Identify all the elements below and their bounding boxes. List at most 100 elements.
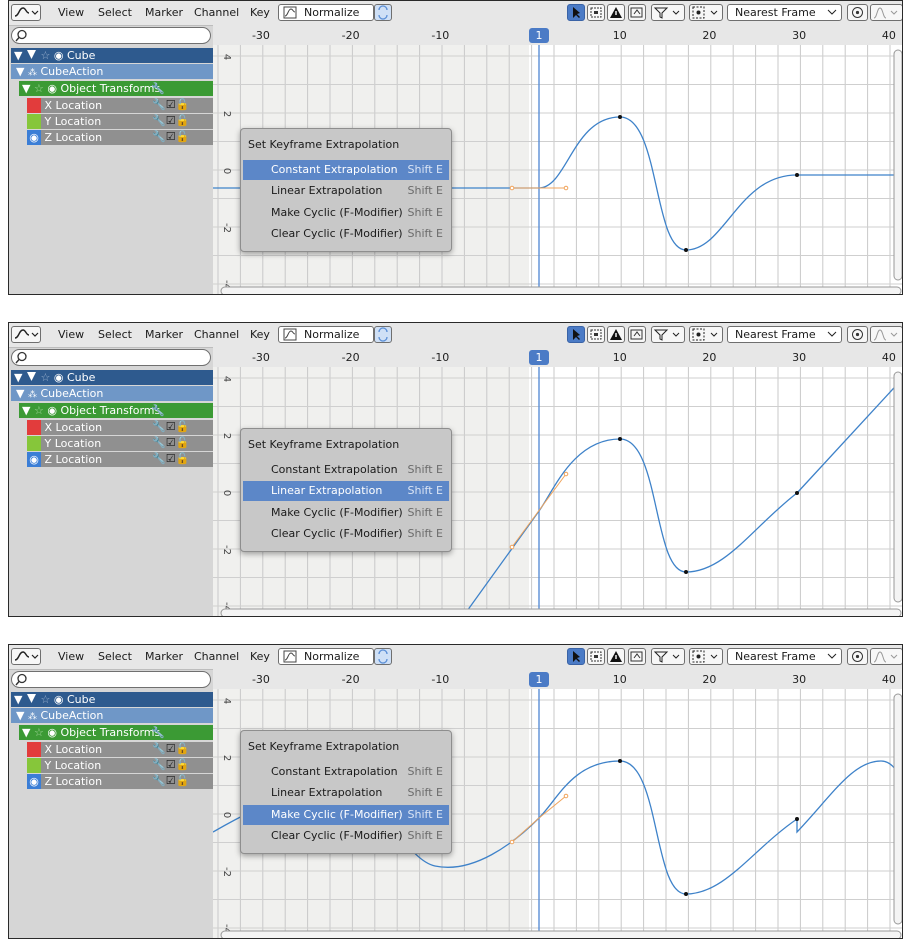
horizontal-scrollbar[interactable] [220, 930, 902, 939]
only-errors-icon[interactable] [607, 326, 625, 343]
menu-item-clear-cyclic[interactable]: Clear Cyclic (F-Modifier) Shift E [243, 224, 449, 244]
menu-item-linear[interactable]: Linear Extrapolation Shift E [243, 481, 449, 501]
eye-icon[interactable]: ◉ [47, 82, 57, 95]
wrench-icon[interactable]: 🔧 [152, 452, 166, 465]
normalize-toggle[interactable]: Normalize [278, 648, 374, 665]
falloff-dropdown[interactable] [870, 648, 902, 665]
filter-dropdown[interactable] [651, 648, 685, 665]
eye-icon[interactable]: ◉ [47, 726, 57, 739]
wrench-icon[interactable]: 🔧 [152, 742, 166, 755]
vertical-scrollbar[interactable] [893, 371, 902, 603]
channel-object-cube[interactable]: ▼ ☆ ◉ Cube [11, 692, 213, 707]
menu-item-linear[interactable]: Linear Extrapolation Shift E [243, 783, 449, 803]
keyframe-point[interactable] [684, 892, 688, 896]
eye-icon[interactable]: ◉ [27, 452, 41, 467]
snap-dropdown[interactable]: Nearest Frame [727, 4, 842, 21]
lock-icon[interactable]: 🔓 [176, 114, 190, 127]
collapse-arrow-icon[interactable]: ▼ [22, 82, 30, 95]
keyframe-handle[interactable] [509, 839, 515, 845]
menu-view[interactable]: View [58, 4, 84, 21]
proportional-edit-icon[interactable] [847, 4, 868, 21]
eye-icon[interactable]: ◉ [54, 49, 64, 62]
collapse-arrow-icon[interactable]: ▼ [14, 371, 22, 384]
wrench-icon[interactable]: 🔧 [152, 130, 166, 143]
wrench-icon[interactable]: 🔧 [152, 420, 166, 433]
menu-key[interactable]: Key [250, 326, 270, 343]
checkbox-icon[interactable]: ☑ [166, 452, 176, 465]
checkbox-icon[interactable]: ☑ [166, 774, 176, 787]
falloff-dropdown[interactable] [870, 4, 902, 21]
show-cursor-icon[interactable] [628, 326, 646, 343]
only-errors-icon[interactable] [607, 648, 625, 665]
menu-view[interactable]: View [58, 648, 84, 665]
menu-select[interactable]: Select [98, 648, 132, 665]
checkbox-icon[interactable]: ☑ [166, 758, 176, 771]
horizontal-scrollbar[interactable] [220, 608, 902, 617]
pin-icon[interactable]: ☆ [40, 371, 50, 384]
collapse-arrow-icon[interactable]: ▼ [22, 726, 30, 739]
wrench-icon[interactable]: 🔧 [152, 98, 166, 111]
frame-view-icon[interactable] [587, 326, 605, 343]
vertical-scrollbar[interactable] [893, 49, 902, 281]
checkbox-icon[interactable]: ☑ [166, 742, 176, 755]
collapse-arrow-icon[interactable]: ▼ [16, 65, 24, 78]
editor-type-button[interactable] [11, 4, 41, 21]
eye-icon[interactable]: ◉ [47, 404, 57, 417]
lock-icon[interactable]: 🔓 [176, 452, 190, 465]
snap-dropdown[interactable]: Nearest Frame [727, 326, 842, 343]
wrench-icon[interactable]: 🔧 [152, 114, 166, 127]
wrench-icon[interactable]: 🔧 [151, 726, 165, 739]
channel-object-cube[interactable]: ▼ ☆ ◉ Cube [11, 48, 213, 63]
select-tool-icon[interactable] [567, 648, 585, 665]
channel-group[interactable]: ▼ ☆ ◉ Object Transforms [19, 725, 213, 740]
proportional-edit-icon[interactable] [847, 326, 868, 343]
keyframe-point[interactable] [618, 759, 622, 763]
eye-icon[interactable]: ◉ [27, 774, 41, 789]
menu-item-constant[interactable]: Constant Extrapolation Shift E [243, 460, 449, 480]
checkbox-icon[interactable]: ☑ [166, 114, 176, 127]
keyframe-point[interactable] [618, 437, 622, 441]
channel-action[interactable]: ▼ ⁂ CubeAction [11, 386, 213, 401]
filter-dropdown[interactable] [651, 326, 685, 343]
falloff-dropdown[interactable] [870, 326, 902, 343]
menu-item-constant[interactable]: Constant Extrapolation Shift E [243, 762, 449, 782]
wrench-icon[interactable]: 🔧 [151, 404, 165, 417]
menu-select[interactable]: Select [98, 4, 132, 21]
only-errors-icon[interactable] [607, 4, 625, 21]
channel-action[interactable]: ▼ ⁂ CubeAction [11, 64, 213, 79]
keyframe-handle[interactable] [509, 544, 515, 550]
channel-action[interactable]: ▼ ⁂ CubeAction [11, 708, 213, 723]
filter-dropdown[interactable] [651, 4, 685, 21]
channel-search-input[interactable] [11, 671, 211, 688]
pin-icon[interactable]: ☆ [34, 82, 44, 95]
keyframe-point[interactable] [795, 491, 799, 495]
pin-icon[interactable]: ☆ [40, 693, 50, 706]
keyframe-handle[interactable] [509, 185, 515, 191]
editor-type-button[interactable] [11, 326, 41, 343]
menu-key[interactable]: Key [250, 4, 270, 21]
menu-item-clear-cyclic[interactable]: Clear Cyclic (F-Modifier) Shift E [243, 524, 449, 544]
lock-icon[interactable]: 🔓 [176, 742, 190, 755]
show-cursor-icon[interactable] [628, 648, 646, 665]
select-tool-icon[interactable] [567, 4, 585, 21]
wrench-icon[interactable]: 🔧 [152, 774, 166, 787]
show-cursor-icon[interactable] [628, 4, 646, 21]
wrench-icon[interactable]: 🔧 [152, 436, 166, 449]
frame-view-icon[interactable] [587, 648, 605, 665]
checkbox-icon[interactable]: ☑ [166, 98, 176, 111]
checkbox-icon[interactable]: ☑ [166, 436, 176, 449]
normalize-toggle[interactable]: Normalize [278, 326, 374, 343]
menu-channel[interactable]: Channel [194, 4, 239, 21]
menu-marker[interactable]: Marker [145, 648, 183, 665]
frame-view-icon[interactable] [587, 4, 605, 21]
menu-marker[interactable]: Marker [145, 326, 183, 343]
menu-view[interactable]: View [58, 326, 84, 343]
menu-select[interactable]: Select [98, 326, 132, 343]
lock-icon[interactable]: 🔓 [176, 130, 190, 143]
pivot-dropdown[interactable] [689, 326, 723, 343]
select-tool-icon[interactable] [567, 326, 585, 343]
collapse-arrow-icon[interactable]: ▼ [16, 709, 24, 722]
auto-normalize-icon[interactable] [374, 326, 392, 343]
keyframe-point[interactable] [795, 817, 799, 821]
channel-group[interactable]: ▼ ☆ ◉ Object Transforms [19, 81, 213, 96]
